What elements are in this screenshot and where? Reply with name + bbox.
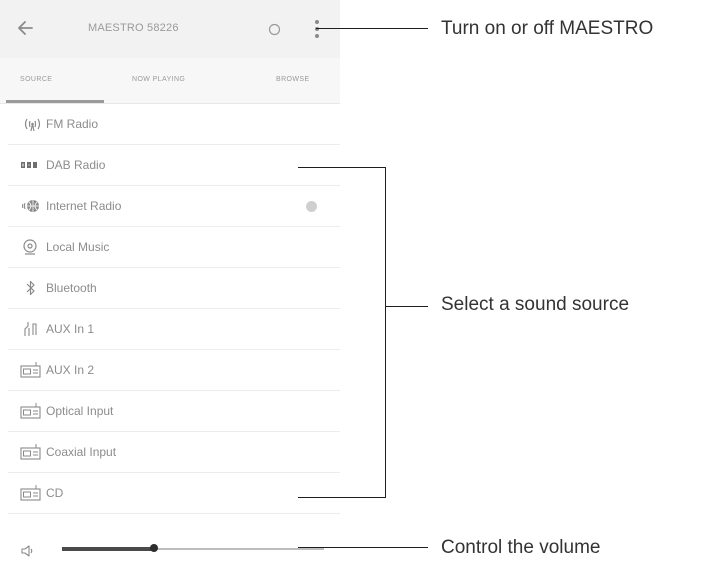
more-menu-icon[interactable] (313, 19, 321, 39)
power-icon[interactable] (268, 23, 281, 36)
volume-control (0, 520, 340, 566)
source-item-optical-input[interactable]: Optical Input (8, 391, 340, 432)
fm-radio-icon (20, 116, 42, 132)
source-item-internet-radio[interactable]: Internet Radio (8, 186, 340, 227)
volume-slider-fill (62, 547, 154, 551)
source-label: CD (46, 486, 64, 500)
callout-bracket-vertical (385, 167, 386, 498)
tab-source[interactable]: SOURCE (20, 76, 52, 83)
device-name: MAESTRO 58226 (88, 22, 179, 34)
source-item-bluetooth[interactable]: Bluetooth (8, 268, 340, 309)
callout-line-power (316, 28, 428, 29)
source-label: Internet Radio (46, 199, 122, 213)
source-item-local-music[interactable]: Local Music (8, 227, 340, 268)
callout-power-label: Turn on or off MAESTRO (441, 18, 654, 39)
source-item-cd[interactable]: CD (8, 473, 340, 514)
app-panel: MAESTRO 58226 SOURCE NOW PLAYING BROWSE … (0, 0, 340, 566)
callout-line-source (385, 306, 428, 307)
source-label: Bluetooth (46, 281, 97, 295)
input-device-icon (20, 362, 42, 378)
source-item-fm-radio[interactable]: FM Radio (8, 104, 340, 145)
volume-icon[interactable] (20, 544, 36, 558)
local-music-icon (20, 239, 42, 255)
source-item-aux-in-2[interactable]: AUX In 2 (8, 350, 340, 391)
source-item-coaxial-input[interactable]: Coaxial Input (8, 432, 340, 473)
tab-browse[interactable]: BROWSE (276, 76, 310, 83)
input-device-icon (20, 485, 42, 501)
internet-radio-icon (20, 198, 42, 214)
source-item-dab-radio[interactable]: DAB Radio (8, 145, 340, 186)
source-label: DAB Radio (46, 158, 106, 172)
active-tab-indicator (6, 100, 104, 103)
tab-now-playing[interactable]: NOW PLAYING (132, 76, 185, 83)
callout-volume-label: Control the volume (441, 537, 601, 558)
back-arrow-icon[interactable] (16, 17, 36, 39)
source-item-aux-in-1[interactable]: AUX In 1 (8, 309, 340, 350)
top-bar: MAESTRO 58226 (0, 0, 340, 58)
bluetooth-icon (20, 280, 42, 296)
volume-slider-track[interactable] (62, 544, 324, 552)
input-device-icon (20, 444, 42, 460)
input-device-icon (20, 403, 42, 419)
source-label: AUX In 2 (46, 363, 95, 377)
callout-bracket-top (298, 167, 385, 168)
source-label: AUX In 1 (46, 322, 95, 336)
dab-radio-icon (20, 157, 42, 173)
source-label: FM Radio (46, 117, 99, 131)
source-label: Optical Input (46, 404, 114, 418)
volume-slider-thumb[interactable] (149, 544, 158, 552)
menu-dot (315, 34, 319, 38)
callout-source-label: Select a sound source (441, 294, 630, 315)
source-label: Local Music (46, 240, 110, 254)
callout-line-volume (298, 547, 428, 548)
aux-in-icon (20, 321, 42, 337)
tab-bar: SOURCE NOW PLAYING BROWSE (0, 58, 340, 104)
callout-bracket-bottom (298, 497, 386, 498)
source-label: Coaxial Input (46, 445, 117, 459)
menu-dot (315, 20, 319, 24)
status-indicator (306, 201, 317, 212)
